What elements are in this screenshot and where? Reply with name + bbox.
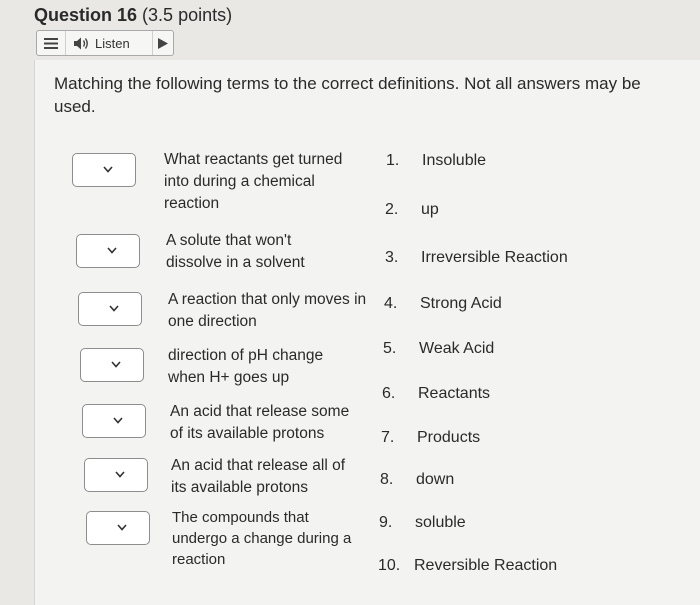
match-select-1[interactable] bbox=[72, 153, 136, 187]
answer-text: Strong Acid bbox=[420, 295, 502, 312]
answer-number: 7. bbox=[381, 429, 395, 446]
answer-number: 3. bbox=[385, 249, 399, 266]
answer-number: 4. bbox=[384, 295, 398, 312]
menu-icon bbox=[44, 37, 58, 49]
answer-text: Irreversible Reaction bbox=[421, 249, 568, 266]
match-select-2[interactable] bbox=[76, 234, 140, 268]
answer-number: 9. bbox=[379, 514, 393, 531]
answer-text: up bbox=[421, 201, 439, 218]
answer-option: 8. down bbox=[380, 471, 454, 489]
match-select-4[interactable] bbox=[80, 348, 144, 382]
term-text: direction of pH change when H+ goes up bbox=[168, 347, 324, 386]
match-select-7[interactable] bbox=[86, 511, 150, 545]
answer-text: Reactants bbox=[418, 385, 491, 402]
term-text: What reactants get turned into during a … bbox=[164, 151, 343, 212]
chevron-down-icon bbox=[109, 305, 119, 312]
answer-text: Insoluble bbox=[422, 152, 487, 169]
answer-option: 9. soluble bbox=[379, 514, 466, 532]
listen-label: Listen bbox=[95, 35, 130, 51]
match-select-3[interactable] bbox=[78, 292, 142, 326]
chevron-down-icon bbox=[111, 361, 121, 368]
answer-number: 5. bbox=[383, 340, 397, 357]
question-points: (3.5 points) bbox=[142, 5, 233, 25]
answer-option: 6. Reactants bbox=[382, 385, 490, 403]
play-icon bbox=[158, 37, 168, 49]
answer-text: soluble bbox=[415, 514, 466, 531]
question-instructions: Matching the following terms to the corr… bbox=[54, 74, 641, 116]
listen-button[interactable]: Listen bbox=[66, 36, 152, 51]
chevron-down-icon bbox=[107, 247, 117, 254]
menu-button[interactable] bbox=[37, 31, 66, 55]
answer-number: 6. bbox=[382, 385, 396, 402]
answer-number: 1. bbox=[386, 152, 400, 169]
question-number: Question 16 bbox=[34, 5, 138, 25]
answer-number: 2. bbox=[385, 201, 399, 218]
term-text: A solute that won't dissolve in a solven… bbox=[166, 232, 305, 271]
match-select-5[interactable] bbox=[82, 404, 146, 438]
answer-option: 7. Products bbox=[381, 429, 480, 447]
answer-option: 1. Insoluble bbox=[386, 152, 486, 170]
term-text: A reaction that only moves in one direct… bbox=[168, 291, 367, 330]
answer-text: Products bbox=[417, 429, 481, 446]
speaker-icon bbox=[74, 37, 88, 49]
chevron-down-icon bbox=[113, 417, 123, 424]
term-text: An acid that release some of its availab… bbox=[170, 403, 350, 442]
answer-option: 3. Irreversible Reaction bbox=[385, 249, 568, 267]
answer-number: 8. bbox=[380, 471, 394, 488]
chevron-down-icon bbox=[117, 524, 127, 531]
answer-option: 10. Reversible Reaction bbox=[378, 557, 557, 575]
answer-text: Weak Acid bbox=[419, 340, 495, 357]
listen-toolbar: Listen bbox=[36, 30, 174, 56]
play-button[interactable] bbox=[152, 31, 173, 55]
answer-option: 2. up bbox=[385, 201, 439, 219]
question-title: Question 16 (3.5 points) bbox=[34, 5, 232, 26]
answer-text: Reversible Reaction bbox=[414, 557, 558, 574]
term-text: An acid that release all of its availabl… bbox=[171, 457, 346, 496]
term-text: The compounds that undergo a change duri… bbox=[172, 509, 352, 568]
chevron-down-icon bbox=[103, 166, 113, 173]
answer-text: down bbox=[416, 471, 455, 488]
chevron-down-icon bbox=[115, 471, 125, 478]
answer-number: 10. bbox=[378, 557, 401, 574]
answer-option: 5. Weak Acid bbox=[383, 340, 494, 358]
answer-option: 4. Strong Acid bbox=[384, 295, 502, 313]
match-select-6[interactable] bbox=[84, 458, 148, 492]
